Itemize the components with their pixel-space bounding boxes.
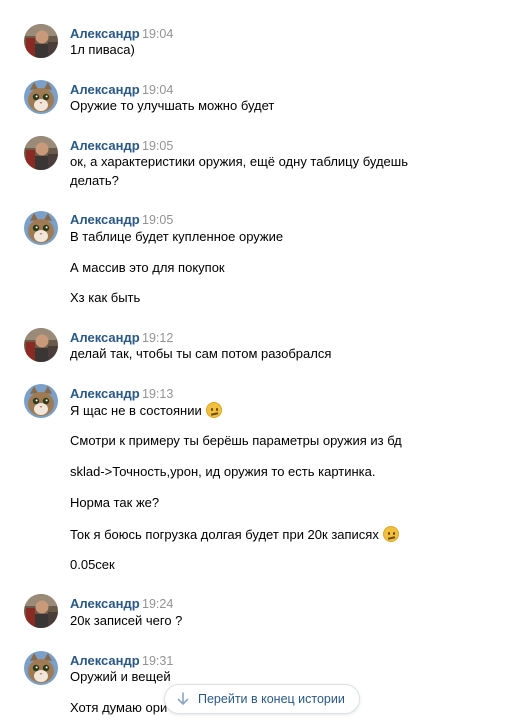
message-text: А массив это для покупок <box>70 260 225 275</box>
timestamp[interactable]: 19:24 <box>142 597 173 611</box>
message-text: В таблице будет купленное оружие <box>70 229 284 244</box>
man-photo-avatar-icon <box>24 24 58 58</box>
confused-face-emoji-icon <box>382 526 399 542</box>
message-text: Оружий и вещей <box>70 669 171 684</box>
message-text: sklad->Точность,урон, ид оружия то есть … <box>70 464 376 479</box>
cat-avatar-icon <box>24 80 58 114</box>
jump-to-end-label: Перейти в конец истории <box>198 692 345 706</box>
author-name[interactable]: Александр <box>70 138 140 153</box>
jump-to-end-button[interactable]: Перейти в конец истории <box>164 684 360 714</box>
arrow-down-icon <box>177 692 189 709</box>
message-text: Я щас не в состоянии <box>70 402 222 418</box>
timestamp[interactable]: 19:04 <box>142 83 173 97</box>
message-text: 0.05сек <box>70 557 115 572</box>
author-name[interactable]: Александр <box>70 82 140 97</box>
author-name[interactable]: Александр <box>70 653 140 668</box>
avatar[interactable] <box>24 136 58 170</box>
message-text: Хз как быть <box>70 290 141 305</box>
message-text-content: Я щас не в состоянии <box>70 403 202 418</box>
author-name[interactable]: Александр <box>70 26 140 41</box>
avatar[interactable] <box>24 651 58 685</box>
timestamp[interactable]: 19:13 <box>142 387 173 401</box>
message-text: Ток я боюсь погрузка долгая будет при 20… <box>70 526 399 542</box>
cat-avatar-icon <box>24 384 58 418</box>
author-name[interactable]: Александр <box>70 596 140 611</box>
man-photo-avatar-icon <box>24 328 58 362</box>
message-text: ок, а характеристики оружия, ещё одну та… <box>70 154 408 169</box>
message-text: Смотри к примеру ты берёшь параметры ору… <box>70 433 402 448</box>
avatar[interactable] <box>24 328 58 362</box>
author-name[interactable]: Александр <box>70 212 140 227</box>
avatar[interactable] <box>24 24 58 58</box>
timestamp[interactable]: 19:31 <box>142 654 173 668</box>
man-photo-avatar-icon <box>24 136 58 170</box>
message-text: 1л пиваса) <box>70 42 135 57</box>
message-text: Норма так же? <box>70 495 160 510</box>
avatar[interactable] <box>24 384 58 418</box>
confused-face-emoji-icon <box>205 402 222 418</box>
timestamp[interactable]: 19:04 <box>142 27 173 41</box>
avatar[interactable] <box>24 80 58 114</box>
avatar[interactable] <box>24 211 58 245</box>
author-name[interactable]: Александр <box>70 330 140 345</box>
timestamp[interactable]: 19:05 <box>142 139 173 153</box>
message-text: делать? <box>70 173 119 188</box>
message-text: Оружие то улучшать можно будет <box>70 98 275 113</box>
timestamp[interactable]: 19:12 <box>142 331 173 345</box>
message-text: 20к записей чего ? <box>70 613 183 628</box>
cat-avatar-icon <box>24 651 58 685</box>
cat-avatar-icon <box>24 211 58 245</box>
avatar[interactable] <box>24 594 58 628</box>
message-text-content: Ток я боюсь погрузка долгая будет при 20… <box>70 527 379 542</box>
timestamp[interactable]: 19:05 <box>142 213 173 227</box>
message-text: делай так, чтобы ты сам потом разобрался <box>70 346 332 361</box>
man-photo-avatar-icon <box>24 594 58 628</box>
author-name[interactable]: Александр <box>70 386 140 401</box>
